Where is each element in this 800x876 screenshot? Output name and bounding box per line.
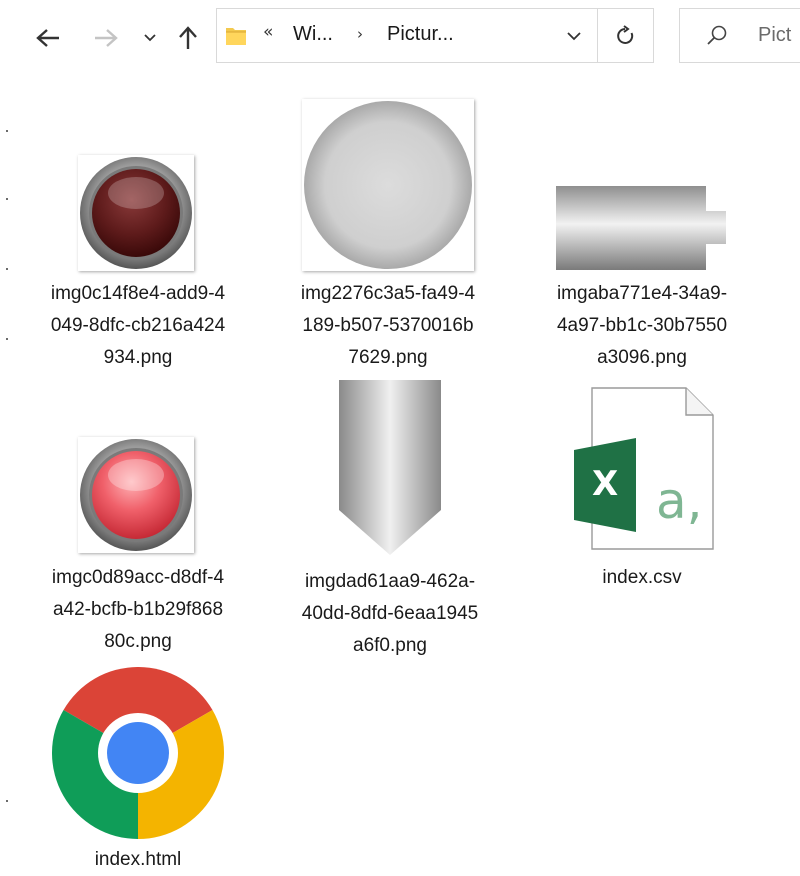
file-item[interactable]: X a, index.csv	[552, 382, 732, 602]
navigation-toolbar: « Wi... › Pictur... Pict	[0, 0, 800, 76]
file-item[interactable]: imgdad61aa9-462a-40dd-8dfd-6eaa1945a6f0.…	[300, 378, 480, 668]
address-dropdown-button[interactable]	[553, 9, 595, 62]
bright-red-round-button-image	[78, 437, 194, 553]
chrome-html-file-icon	[51, 666, 225, 839]
recent-locations-button[interactable]	[138, 18, 162, 58]
file-item[interactable]: index.html	[48, 664, 228, 872]
dark-red-round-button-image	[78, 155, 194, 271]
refresh-button[interactable]	[598, 9, 654, 62]
breadcrumb-pictures[interactable]: Pictur...	[387, 23, 454, 46]
folder-icon	[226, 28, 246, 45]
file-name: index.html	[94, 849, 182, 870]
file-item[interactable]: img0c14f8e4-add9-4049-8dfc-cb216a424934.…	[48, 150, 228, 380]
file-name: index.csv	[602, 567, 682, 588]
excel-csv-file-icon: X a,	[572, 386, 716, 552]
file-item[interactable]: imgaba771e4-34a9-4a97-bb1c-30b7550a3096.…	[552, 180, 732, 380]
left-pane-edge	[6, 0, 10, 872]
breadcrumb-windows[interactable]: Wi...	[293, 23, 333, 46]
file-item[interactable]: img2276c3a5-fa49-4189-b507-5370016b7629.…	[298, 96, 478, 376]
forward-arrow-icon	[95, 29, 118, 47]
overflow-chevron[interactable]: «	[263, 22, 273, 42]
csv-a-glyph: a,	[656, 472, 703, 530]
file-name: img0c14f8e4-add9-4049-8dfc-cb216a424934.…	[50, 283, 226, 368]
chevron-down-icon	[567, 31, 581, 40]
file-item[interactable]: imgc0d89acc-d8df-4a42-bcfb-b1b29f86880c.…	[48, 432, 228, 662]
gray-cylinder-connector-image	[554, 184, 732, 274]
file-name: imgc0d89acc-d8df-4a42-bcfb-b1b29f86880c.…	[51, 567, 225, 652]
forward-button[interactable]	[88, 18, 124, 58]
file-name: img2276c3a5-fa49-4189-b507-5370016b7629.…	[300, 283, 476, 368]
breadcrumb-separator[interactable]: ›	[357, 25, 363, 43]
address-bar[interactable]: « Wi... › Pictur...	[216, 8, 654, 63]
search-box[interactable]: Pict	[679, 8, 800, 63]
refresh-icon	[617, 24, 634, 44]
gray-sphere-image	[302, 99, 474, 271]
up-button[interactable]	[170, 18, 206, 58]
search-placeholder: Pict	[758, 24, 792, 46]
back-button[interactable]	[30, 18, 66, 58]
up-arrow-icon	[179, 26, 197, 49]
file-name: imgdad61aa9-462a-40dd-8dfd-6eaa1945a6f0.…	[301, 571, 479, 656]
excel-x-glyph: X	[592, 464, 619, 504]
search-icon	[707, 25, 727, 45]
file-name: imgaba771e4-34a9-4a97-bb1c-30b7550a3096.…	[556, 283, 728, 368]
chevron-down-icon	[144, 34, 156, 42]
gray-pointed-cylinder-image	[338, 380, 442, 556]
back-arrow-icon	[36, 29, 59, 47]
